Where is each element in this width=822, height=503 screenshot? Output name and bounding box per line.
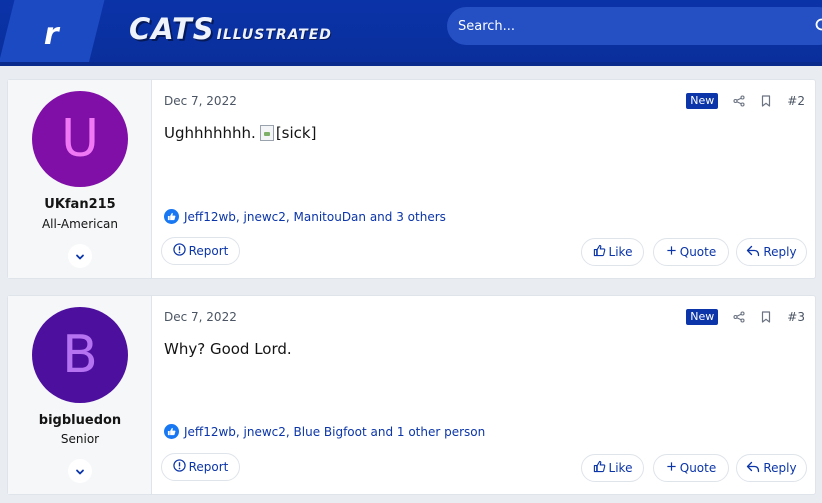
like-button[interactable]: Like (581, 238, 644, 266)
rivals-logo[interactable]: r (0, 0, 105, 62)
post: B bigbluedon Senior Dec 7, 2022 New #3 W… (7, 295, 816, 495)
user-expand-toggle[interactable] (68, 244, 92, 268)
smilie-image: [sick] (259, 124, 317, 142)
post-date[interactable]: Dec 7, 2022 (164, 94, 237, 108)
plus-icon (666, 245, 677, 259)
info-circle-icon (172, 459, 186, 475)
avatar[interactable]: U (32, 91, 128, 187)
share-icon[interactable] (732, 94, 746, 108)
post-number[interactable]: #2 (787, 94, 805, 108)
avatar-letter: B (62, 325, 98, 385)
user-expand-toggle[interactable] (68, 459, 92, 483)
share-icon[interactable] (732, 310, 746, 324)
username[interactable]: bigbluedon (8, 413, 152, 428)
reply-arrow-icon (746, 245, 760, 260)
user-title: All-American (41, 217, 119, 231)
post-text: Why? Good Lord. (164, 340, 292, 358)
avatar-letter: U (60, 109, 100, 169)
info-circle-icon (172, 243, 186, 259)
rivals-logo-letter: r (44, 16, 58, 52)
new-badge: New (686, 93, 719, 109)
site-logo[interactable]: CATS ILLUSTRATED (129, 12, 332, 46)
post-main: Dec 7, 2022 New #2 Ughhhhhhh. [sick] Jef… (152, 80, 815, 278)
reply-arrow-icon (746, 461, 760, 476)
search-box[interactable] (447, 7, 822, 45)
site-header: r CATS ILLUSTRATED (0, 0, 822, 66)
site-logo-subtitle: ILLUSTRATED (216, 27, 332, 43)
quote-button[interactable]: Quote (653, 238, 729, 266)
post-body: Why? Good Lord. (164, 340, 292, 358)
reactions-bar[interactable]: Jeff12wb, jnewc2, ManitouDan and 3 other… (164, 209, 446, 224)
quote-label: Quote (679, 245, 717, 259)
like-label: Like (608, 245, 633, 259)
reactions-list[interactable]: Jeff12wb, jnewc2, ManitouDan and 3 other… (184, 210, 446, 224)
search-input[interactable] (458, 18, 798, 34)
post-main: Dec 7, 2022 New #3 Why? Good Lord. Jeff1… (152, 296, 815, 494)
bookmark-icon[interactable] (759, 94, 773, 108)
thumbs-up-icon (164, 424, 179, 439)
post-user-panel: U UKfan215 All-American (8, 80, 152, 278)
quote-label: Quote (679, 461, 717, 475)
report-button[interactable]: Report (161, 453, 240, 481)
post-text: Ughhhhhhh. (164, 124, 256, 142)
thumbs-up-icon (164, 209, 179, 224)
chevron-down-icon (75, 462, 85, 481)
new-badge: New (686, 309, 719, 325)
user-title: Senior (60, 432, 100, 446)
smilie-alt-text: [sick] (275, 124, 317, 142)
thumbs-up-outline-icon (593, 244, 606, 260)
search-icon[interactable] (815, 18, 822, 34)
quote-button[interactable]: Quote (653, 454, 729, 482)
report-label: Report (188, 460, 229, 474)
report-button[interactable]: Report (161, 237, 240, 265)
reply-label: Reply (763, 461, 797, 475)
like-label: Like (608, 461, 633, 475)
broken-image-icon (259, 125, 274, 141)
post-actions: New #2 (686, 93, 805, 109)
post-user-panel: B bigbluedon Senior (8, 296, 152, 494)
post-number[interactable]: #3 (787, 310, 805, 324)
thumbs-up-outline-icon (593, 460, 606, 476)
post: U UKfan215 All-American Dec 7, 2022 New (7, 79, 816, 279)
username[interactable]: UKfan215 (8, 197, 152, 212)
chevron-down-icon (75, 247, 85, 266)
report-label: Report (188, 244, 229, 258)
reactions-list[interactable]: Jeff12wb, jnewc2, Blue Bigfoot and 1 oth… (184, 425, 485, 439)
plus-icon (666, 461, 677, 475)
post-body: Ughhhhhhh. [sick] (164, 124, 316, 142)
reply-button[interactable]: Reply (736, 238, 807, 266)
bookmark-icon[interactable] (759, 310, 773, 324)
post-date[interactable]: Dec 7, 2022 (164, 310, 237, 324)
reply-label: Reply (763, 245, 797, 259)
reply-button[interactable]: Reply (736, 454, 807, 482)
like-button[interactable]: Like (581, 454, 644, 482)
post-actions: New #3 (686, 309, 805, 325)
avatar[interactable]: B (32, 307, 128, 403)
reactions-bar[interactable]: Jeff12wb, jnewc2, Blue Bigfoot and 1 oth… (164, 424, 485, 439)
site-logo-title: CATS (129, 12, 215, 46)
